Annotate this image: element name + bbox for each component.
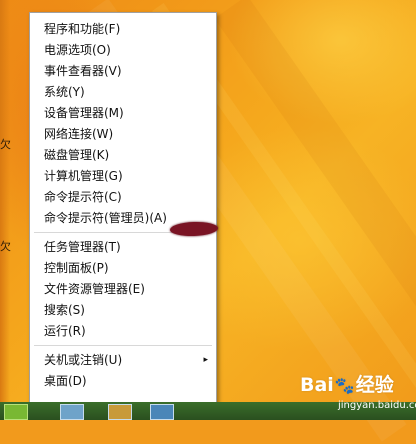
menu-item-desktop[interactable]: 桌面(D): [30, 371, 216, 392]
menu-item-label: 关机或注销(U): [44, 353, 123, 367]
menu-item-run[interactable]: 运行(R): [30, 321, 216, 342]
menu-item-task-manager[interactable]: 任务管理器(T): [30, 237, 216, 258]
menu-item-search[interactable]: 搜索(S): [30, 300, 216, 321]
menu-item-computer-management[interactable]: 计算机管理(G): [30, 166, 216, 187]
taskbar-app-button[interactable]: [60, 404, 84, 420]
menu-item-device-manager[interactable]: 设备管理器(M): [30, 103, 216, 124]
menu-item-shutdown-signout[interactable]: 关机或注销(U) ▸: [30, 350, 216, 371]
menu-item-programs-features[interactable]: 程序和功能(F): [30, 19, 216, 40]
start-button[interactable]: [4, 404, 28, 420]
menu-item-disk-management[interactable]: 磁盘管理(K): [30, 145, 216, 166]
winx-context-menu: 程序和功能(F) 电源选项(O) 事件查看器(V) 系统(Y) 设备管理器(M)…: [29, 12, 217, 408]
desktop-icon-label[interactable]: 欠: [0, 238, 11, 254]
watermark-site: jingyan.baidu.com: [338, 400, 416, 411]
watermark-brand-suffix: 经验: [355, 374, 394, 396]
menu-item-event-viewer[interactable]: 事件查看器(V): [30, 61, 216, 82]
watermark-logo: Bai🐾经验: [300, 370, 394, 397]
desktop-icon-label[interactable]: 欠: [0, 136, 11, 152]
submenu-arrow-icon: ▸: [203, 355, 208, 365]
baidu-jingyan-watermark: Bai🐾经验 jingyan.baidu.com: [300, 370, 416, 416]
menu-item-command-prompt[interactable]: 命令提示符(C): [30, 187, 216, 208]
desktop-left-edge: [0, 0, 10, 420]
menu-item-power-options[interactable]: 电源选项(O): [30, 40, 216, 61]
watermark-brand: Bai: [300, 374, 334, 396]
menu-item-file-explorer[interactable]: 文件资源管理器(E): [30, 279, 216, 300]
menu-item-control-panel[interactable]: 控制面板(P): [30, 258, 216, 279]
taskbar-app-button[interactable]: [108, 404, 132, 420]
menu-separator: [34, 345, 212, 346]
taskbar-app-button[interactable]: [150, 404, 174, 420]
menu-item-network-connections[interactable]: 网络连接(W): [30, 124, 216, 145]
menu-item-system[interactable]: 系统(Y): [30, 82, 216, 103]
paw-icon: 🐾: [334, 376, 355, 395]
